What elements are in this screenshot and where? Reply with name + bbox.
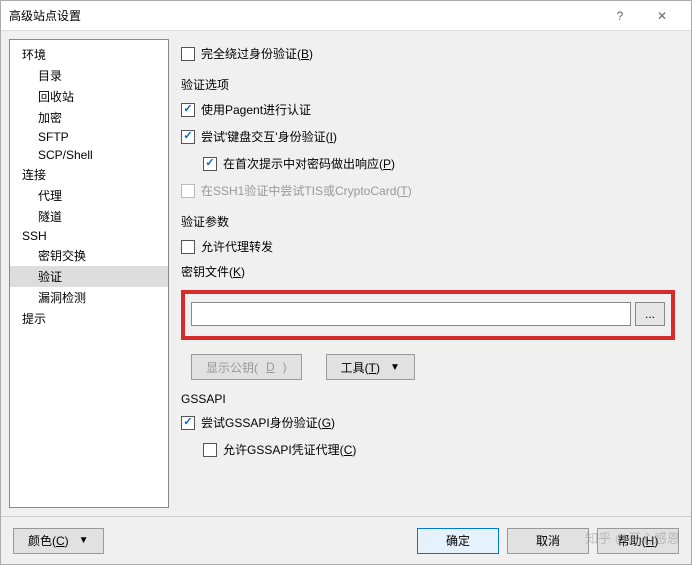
tree-item[interactable]: 密钥交换 bbox=[10, 245, 168, 266]
ok-button[interactable]: 确定 bbox=[417, 528, 499, 554]
gssapi-cred-checkbox-row[interactable]: 允许GSSAPI凭证代理(C) bbox=[181, 439, 675, 460]
key-file-label: 密钥文件(K) bbox=[181, 263, 675, 280]
respond-password-checkbox[interactable] bbox=[203, 157, 217, 171]
tools-dropdown-button[interactable]: 工具(T) ▼ bbox=[326, 354, 415, 380]
pagent-label: 使用Pagent进行认证 bbox=[201, 101, 311, 118]
help-footer-button[interactable]: 帮助(H) bbox=[597, 528, 679, 554]
bypass-auth-label: 完全绕过身份验证(B) bbox=[201, 45, 313, 62]
cancel-button[interactable]: 取消 bbox=[507, 528, 589, 554]
settings-panel: 完全绕过身份验证(B) 验证选项 使用Pagent进行认证 尝试'键盘交互'身份… bbox=[177, 39, 683, 508]
tree-item[interactable]: 环境 bbox=[10, 44, 168, 65]
tree-item[interactable]: 隧道 bbox=[10, 206, 168, 227]
tree-item[interactable]: 代理 bbox=[10, 185, 168, 206]
tree-item[interactable]: SCP/Shell bbox=[10, 146, 168, 164]
gssapi-auth-checkbox-row[interactable]: 尝试GSSAPI身份验证(G) bbox=[181, 412, 675, 433]
titlebar: 高级站点设置 ? ✕ bbox=[1, 1, 691, 31]
tree-item[interactable]: 回收站 bbox=[10, 86, 168, 107]
browse-button[interactable]: ... bbox=[635, 302, 665, 326]
window-title: 高级站点设置 bbox=[9, 7, 599, 24]
show-public-key-button: 显示公钥(D) bbox=[191, 354, 302, 380]
gssapi-cred-checkbox[interactable] bbox=[203, 443, 217, 457]
category-tree[interactable]: 环境目录回收站加密SFTPSCP/Shell连接代理隧道SSH密钥交换验证漏洞检… bbox=[9, 39, 169, 508]
bypass-auth-checkbox[interactable] bbox=[181, 47, 195, 61]
tis-crypto-checkbox-row: 在SSH1验证中尝试TIS或CryptoCard(T) bbox=[181, 180, 675, 201]
key-file-input-row: ... bbox=[191, 302, 665, 326]
chevron-down-icon: ▼ bbox=[79, 535, 89, 546]
advanced-site-settings-window: 高级站点设置 ? ✕ 环境目录回收站加密SFTPSCP/Shell连接代理隧道S… bbox=[0, 0, 692, 565]
agent-forward-checkbox[interactable] bbox=[181, 240, 195, 254]
key-buttons-row: 显示公钥(D) 工具(T) ▼ bbox=[181, 354, 675, 380]
tree-item[interactable]: 目录 bbox=[10, 65, 168, 86]
tis-crypto-label: 在SSH1验证中尝试TIS或CryptoCard(T) bbox=[201, 182, 412, 199]
tree-item[interactable]: 加密 bbox=[10, 107, 168, 128]
tree-item[interactable]: SSH bbox=[10, 227, 168, 245]
keyboard-interactive-checkbox[interactable] bbox=[181, 130, 195, 144]
auth-params-label: 验证参数 bbox=[181, 213, 675, 230]
help-button[interactable]: ? bbox=[599, 2, 641, 30]
tis-crypto-checkbox bbox=[181, 184, 195, 198]
tree-item[interactable]: 验证 bbox=[10, 266, 168, 287]
close-button[interactable]: ✕ bbox=[641, 2, 683, 30]
key-file-input[interactable] bbox=[191, 302, 631, 326]
agent-forward-label: 允许代理转发 bbox=[201, 238, 273, 255]
chevron-down-icon: ▼ bbox=[390, 362, 400, 373]
keyboard-interactive-label: 尝试'键盘交互'身份验证(I) bbox=[201, 128, 337, 145]
respond-password-checkbox-row[interactable]: 在首次提示中对密码做出响应(P) bbox=[181, 153, 675, 174]
tree-item[interactable]: SFTP bbox=[10, 128, 168, 146]
key-file-highlight-box: ... bbox=[181, 290, 675, 340]
footer: 颜色(C) ▼ 确定 取消 帮助(H) bbox=[1, 516, 691, 564]
gssapi-cred-label: 允许GSSAPI凭证代理(C) bbox=[223, 441, 356, 458]
tree-item[interactable]: 提示 bbox=[10, 308, 168, 329]
gssapi-auth-checkbox[interactable] bbox=[181, 416, 195, 430]
tree-item[interactable]: 漏洞检测 bbox=[10, 287, 168, 308]
pagent-checkbox-row[interactable]: 使用Pagent进行认证 bbox=[181, 99, 675, 120]
gssapi-auth-label: 尝试GSSAPI身份验证(G) bbox=[201, 414, 335, 431]
content-area: 环境目录回收站加密SFTPSCP/Shell连接代理隧道SSH密钥交换验证漏洞检… bbox=[1, 31, 691, 516]
agent-forward-checkbox-row[interactable]: 允许代理转发 bbox=[181, 236, 675, 257]
auth-options-label: 验证选项 bbox=[181, 76, 675, 93]
gssapi-label: GSSAPI bbox=[181, 392, 675, 406]
respond-password-label: 在首次提示中对密码做出响应(P) bbox=[223, 155, 395, 172]
pagent-checkbox[interactable] bbox=[181, 103, 195, 117]
tree-item[interactable]: 连接 bbox=[10, 164, 168, 185]
bypass-auth-checkbox-row[interactable]: 完全绕过身份验证(B) bbox=[181, 43, 675, 64]
color-dropdown-button[interactable]: 颜色(C) ▼ bbox=[13, 528, 104, 554]
keyboard-interactive-checkbox-row[interactable]: 尝试'键盘交互'身份验证(I) bbox=[181, 126, 675, 147]
